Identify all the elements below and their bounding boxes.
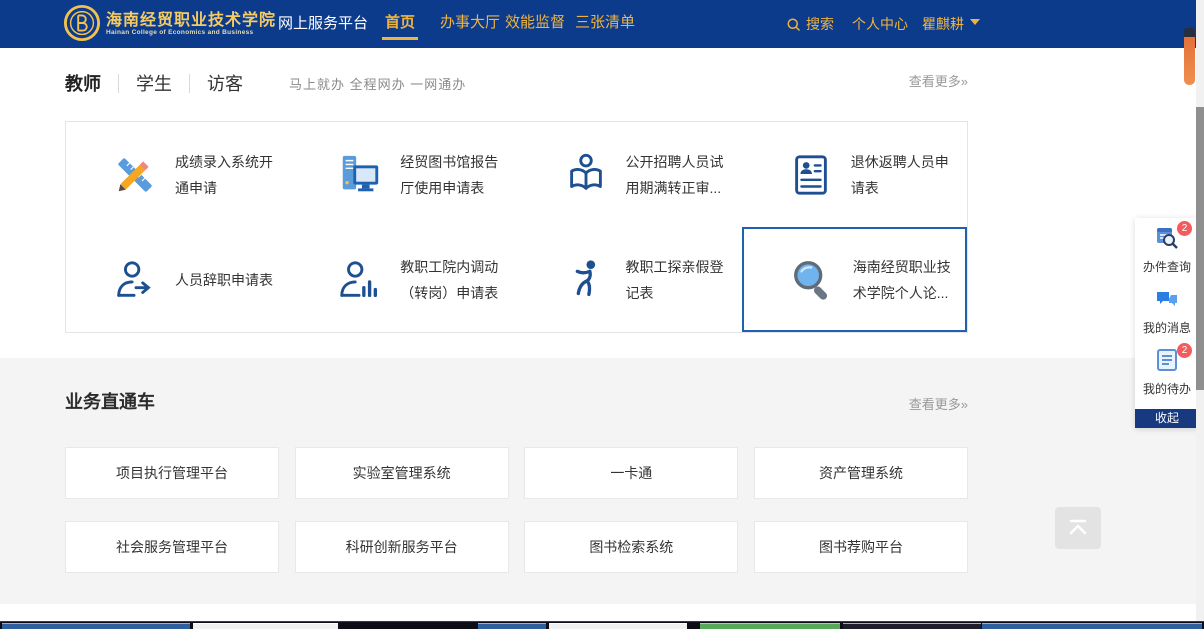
top-navbar: 海南经贸职业技术学院 Hainan College of Economics a… [0, 0, 1204, 48]
search-icon [786, 17, 801, 32]
panel-item-label: 办件查询 [1135, 258, 1199, 275]
panel-item-case-query[interactable]: 2 办件查询 [1135, 226, 1199, 275]
document-search-icon [1155, 226, 1179, 250]
biz-button-project-management[interactable]: 项目执行管理平台 [65, 447, 279, 499]
back-to-top-icon [1065, 516, 1091, 540]
panel-item-my-todo[interactable]: 2 我的待办 [1135, 348, 1199, 397]
tab-student[interactable]: 学生 [136, 70, 172, 96]
service-card-library-hall[interactable]: 经贸图书馆报告厅使用申请表 [291, 122, 516, 227]
taskbar-segment [843, 623, 981, 629]
pencil-ruler-icon [112, 152, 158, 198]
service-card-internal-transfer[interactable]: 教职工院内调动（转岗）申请表 [291, 227, 516, 332]
role-tabs: 教师 学生 访客 马上就办 全程网办 一网通办 [65, 66, 466, 100]
service-card-grade-entry[interactable]: 成绩录入系统开通申请 [66, 122, 291, 227]
school-emblem-icon [63, 4, 101, 42]
school-logo[interactable]: 海南经贸职业技术学院 Hainan College of Economics a… [63, 4, 276, 42]
slogan-text: 马上就办 全程网办 一网通办 [289, 74, 466, 93]
my-todo-badge: 2 [1177, 343, 1192, 358]
service-card-rehire-retired[interactable]: 退休返聘人员申请表 [742, 122, 967, 227]
biz-button-social-service[interactable]: 社会服务管理平台 [65, 521, 279, 573]
tab-teacher[interactable]: 教师 [65, 70, 101, 96]
biz-button-book-recommend[interactable]: 图书荐购平台 [754, 521, 968, 573]
person-chart-icon [337, 257, 383, 303]
service-card-label: 教职工探亲假登记表 [626, 254, 724, 306]
magnifier-icon [790, 257, 836, 303]
taskbar-segment [478, 623, 546, 629]
search-label: 搜索 [806, 0, 834, 48]
business-view-more-link[interactable]: 查看更多» [909, 394, 968, 413]
nav-item-efficiency-monitor[interactable]: 效能监督 [505, 0, 565, 46]
service-card-label: 退休返聘人员申请表 [851, 149, 949, 201]
business-express-section: 业务直通车 查看更多» 项目执行管理平台 实验室管理系统 一卡通 资产管理系统 … [0, 358, 1204, 604]
service-card-grid: 成绩录入系统开通申请 经贸图书馆报告厅使用申请表 [65, 121, 968, 333]
service-card-label: 经贸图书馆报告厅使用申请表 [400, 149, 498, 201]
business-button-grid: 项目执行管理平台 实验室管理系统 一卡通 资产管理系统 社会服务管理平台 科研创… [65, 447, 968, 573]
biz-button-asset-system[interactable]: 资产管理系统 [754, 447, 968, 499]
panel-item-my-messages[interactable]: 我的消息 [1135, 287, 1199, 336]
biz-button-research-platform[interactable]: 科研创新服务平台 [295, 521, 509, 573]
reading-person-icon [563, 152, 609, 198]
service-card-label: 海南经贸职业技术学院个人论... [853, 254, 951, 306]
biz-button-book-search[interactable]: 图书检索系统 [524, 521, 738, 573]
taskbar-segment [700, 623, 840, 629]
service-card-label: 公开招聘人员试用期满转正审... [626, 149, 724, 201]
taskbar-segment [193, 623, 338, 629]
section-title: 业务直通车 [65, 388, 155, 414]
floating-side-panel: 2 办件查询 我的消息 2 我的待办 收起 [1135, 218, 1199, 428]
page-scrollbar-cap [1184, 28, 1195, 37]
service-card-resignation[interactable]: 人员辞职申请表 [66, 227, 291, 332]
taskbar [0, 621, 1204, 629]
walking-person-icon [563, 257, 609, 303]
service-card-family-visit-leave[interactable]: 教职工探亲假登记表 [517, 227, 742, 332]
nav-item-service-hall[interactable]: 办事大厅 [440, 0, 500, 46]
taskbar-segment [982, 623, 1202, 629]
school-name-zh: 海南经贸职业技术学院 [106, 11, 276, 29]
tab-divider [189, 74, 190, 93]
computer-icon [337, 152, 383, 198]
taskbar-segment [2, 623, 190, 629]
panel-item-label: 我的消息 [1135, 319, 1199, 336]
id-card-icon [788, 152, 834, 198]
personal-center-link[interactable]: 个人中心 [852, 0, 908, 48]
biz-button-lab-system[interactable]: 实验室管理系统 [295, 447, 509, 499]
search-button[interactable]: 搜索 [786, 0, 834, 48]
service-card-probation-review[interactable]: 公开招聘人员试用期满转正审... [517, 122, 742, 227]
user-menu[interactable]: 瞿麒耕 [922, 0, 980, 48]
service-card-label: 成绩录入系统开通申请 [175, 149, 273, 201]
collapse-panel-button[interactable]: 收起 [1135, 409, 1199, 428]
taskbar-segment [549, 623, 687, 629]
chat-bubbles-icon [1155, 287, 1179, 311]
username: 瞿麒耕 [922, 16, 964, 32]
browser-scrollbar-thumb[interactable] [1196, 107, 1204, 390]
case-query-badge: 2 [1177, 221, 1192, 236]
person-leave-icon [112, 257, 158, 303]
portal-page: 海南经贸职业技术学院 Hainan College of Economics a… [0, 0, 1204, 629]
school-name: 海南经贸职业技术学院 Hainan College of Economics a… [106, 11, 276, 36]
nav-item-three-lists[interactable]: 三张清单 [575, 0, 635, 46]
services-view-more-link[interactable]: 查看更多» [909, 71, 968, 90]
service-card-label: 人员辞职申请表 [175, 267, 273, 293]
tab-divider [118, 74, 119, 93]
portal-title: 网上服务平台 [278, 0, 368, 48]
service-card-label: 教职工院内调动（转岗）申请表 [400, 254, 498, 306]
chevron-down-icon [970, 19, 980, 30]
back-to-top-button[interactable] [1055, 507, 1101, 549]
school-name-en: Hainan College of Economics and Business [106, 29, 276, 36]
panel-item-label: 我的待办 [1135, 380, 1199, 397]
nav-item-home[interactable]: 首页 [385, 0, 415, 46]
page-scrollbar-thumb[interactable] [1184, 37, 1195, 85]
biz-button-one-card[interactable]: 一卡通 [524, 447, 738, 499]
tab-visitor[interactable]: 访客 [207, 70, 243, 96]
service-card-personal-forum[interactable]: 海南经贸职业技术学院个人论... [742, 227, 967, 332]
todo-list-icon [1155, 348, 1179, 372]
